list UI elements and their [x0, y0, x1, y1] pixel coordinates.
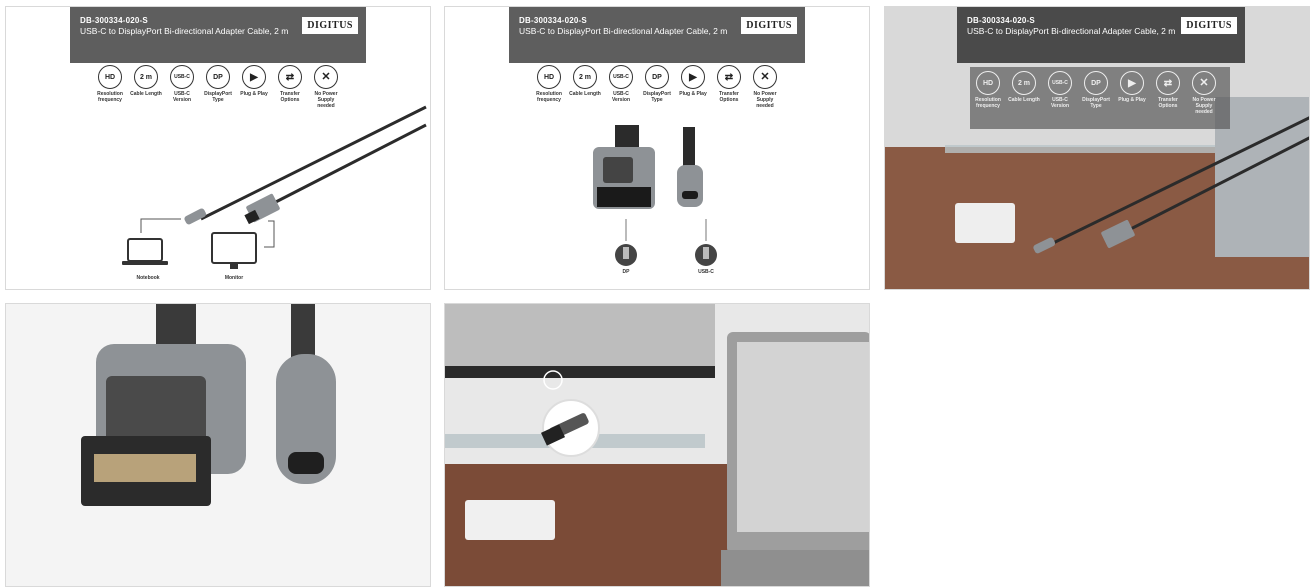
product-image-tile-1[interactable]: DB-300334-020-S USB-C to DisplayPort Bi-… — [5, 6, 431, 290]
icon-label: Resolution frequency — [975, 97, 1001, 109]
cable-diagram — [122, 105, 427, 269]
usbc-label: USB-C — [698, 269, 714, 275]
feature-icons-overlay: HD Resolution frequency 2 m Cable Length U… — [970, 67, 1230, 129]
product-image-tile-2[interactable]: DB-300334-020-S USB-C to DisplayPort Bi-… — [444, 6, 870, 290]
dp-label: DP — [622, 269, 630, 275]
digitus-logo: DIGITUS — [1181, 17, 1237, 34]
product-header: DB-300334-020-S USB-C to DisplayPort Bi-… — [957, 7, 1245, 63]
monitor-label: Monitor — [224, 275, 244, 281]
usbc-connector-icon — [677, 165, 703, 207]
product-image-tile-3[interactable]: DB-300334-020-S USB-C to DisplayPort Bi-… — [884, 6, 1310, 290]
connector-macro-photo — [81, 304, 336, 506]
product-image-tile-5[interactable] — [444, 303, 870, 587]
notebook-icon — [127, 238, 163, 262]
usb-c-icon: USB-C USB-C Version — [1044, 71, 1076, 109]
icon-label: Cable Length — [1008, 97, 1040, 103]
product-sku: DB-300334-020-S — [967, 16, 1035, 25]
icon-label: Transfer Options — [1158, 97, 1178, 109]
lifestyle-photo-2 — [445, 304, 869, 586]
icon-label: Plug & Play — [1118, 97, 1146, 103]
displayport-icon: DP DisplayPort Type — [1080, 71, 1112, 109]
product-image-tile-4[interactable] — [5, 303, 431, 587]
icon-label: DisplayPort Type — [1082, 97, 1110, 109]
transfer-icon: ⇄ Transfer Options — [1152, 71, 1184, 109]
cable-length-icon: 2 m Cable Length — [1008, 71, 1040, 103]
icon-label: No Power Supply needed — [1192, 97, 1216, 115]
monitor-icon — [211, 232, 257, 264]
ultra-hd-icon: HD Resolution frequency — [972, 71, 1004, 109]
product-description: USB-C to DisplayPort Bi-directional Adap… — [967, 26, 1176, 36]
connector-closeup — [593, 125, 717, 266]
plug-play-icon: ▶ Plug & Play — [1116, 71, 1148, 103]
no-power-icon: ✕ No Power Supply needed — [1188, 71, 1220, 115]
usbc-plug-icon — [184, 208, 207, 225]
notebook-label: Notebook — [136, 275, 160, 281]
icon-label: USB-C Version — [1050, 97, 1070, 109]
